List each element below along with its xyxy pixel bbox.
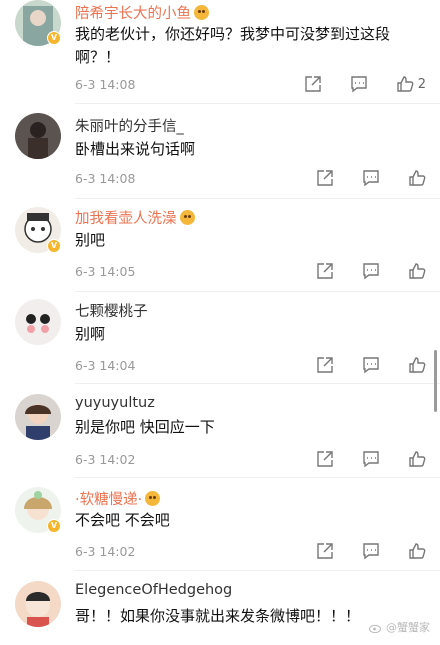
share-icon[interactable] xyxy=(316,169,334,187)
comment-actions xyxy=(288,356,426,374)
share-icon[interactable] xyxy=(316,450,334,468)
comment-actions xyxy=(288,450,426,468)
watermark: @蟹蟹家 xyxy=(369,619,430,635)
timestamp: 6-3 14:02 xyxy=(75,452,136,467)
thumbs-up-icon[interactable] xyxy=(408,262,426,280)
comment-text: 别啊 xyxy=(75,325,106,343)
divider xyxy=(75,291,440,292)
share-icon[interactable] xyxy=(316,262,334,280)
divider xyxy=(75,477,440,478)
weibo-logo-icon xyxy=(369,624,381,633)
thumbs-up-icon[interactable] xyxy=(408,169,426,187)
thumbs-up-icon[interactable] xyxy=(408,542,426,560)
like-count: 2 xyxy=(417,76,426,92)
username[interactable]: 朱丽叶的分手信_ xyxy=(75,115,184,136)
username[interactable]: ·软糖慢递· xyxy=(75,488,161,509)
comment-actions xyxy=(288,542,426,560)
emoji-icon xyxy=(179,210,195,225)
username[interactable]: yuyuyultuz xyxy=(75,395,155,411)
divider xyxy=(75,103,440,104)
comment-icon[interactable] xyxy=(362,356,380,374)
emoji-icon xyxy=(194,5,209,20)
avatar[interactable] xyxy=(15,113,61,159)
thumbs-up-icon[interactable] xyxy=(408,356,426,374)
username[interactable]: 陪希宇长大的小鱼 xyxy=(75,2,209,23)
emoji-icon xyxy=(145,491,161,506)
share-icon[interactable] xyxy=(304,75,322,93)
divider xyxy=(75,570,440,571)
comment-text: 别吧 xyxy=(75,231,106,249)
username[interactable]: 加我看壶人洗澡 xyxy=(75,207,195,228)
timestamp: 6-3 14:02 xyxy=(75,544,136,559)
timestamp: 6-3 14:05 xyxy=(75,264,136,279)
watermark-text: @蟹蟹家 xyxy=(386,621,430,634)
comment-text: 我的老伙计，你还好吗？我梦中可没梦到过这段啊？！ xyxy=(75,25,391,66)
comment-text: 别是你吧 快回应一下 xyxy=(75,418,215,436)
comment-icon[interactable] xyxy=(362,169,380,187)
thumbs-up-icon xyxy=(397,76,414,92)
verified-badge-icon: V xyxy=(47,519,61,533)
thumbs-up-icon[interactable] xyxy=(408,450,426,468)
timestamp: 6-3 14:08 xyxy=(75,77,136,92)
verified-badge-icon: V xyxy=(47,239,61,253)
timestamp: 6-3 14:08 xyxy=(75,171,136,186)
comment-text: 不会吧 不会吧 xyxy=(75,511,170,529)
comment-actions: 2 xyxy=(276,75,426,93)
comment-text: 卧槽出来说句话啊 xyxy=(75,140,196,158)
share-icon[interactable] xyxy=(316,356,334,374)
comment-icon[interactable] xyxy=(362,450,380,468)
comment-actions xyxy=(288,262,426,280)
username[interactable]: ElegenceOfHedgehog xyxy=(75,582,232,598)
comment-icon[interactable] xyxy=(362,542,380,560)
avatar[interactable] xyxy=(15,581,61,627)
like-button[interactable]: 2 xyxy=(396,75,426,93)
username[interactable]: 七颗樱桃子 xyxy=(75,300,148,321)
share-icon[interactable] xyxy=(316,542,334,560)
avatar[interactable] xyxy=(15,299,61,345)
divider xyxy=(75,383,440,384)
comment-icon[interactable] xyxy=(362,262,380,280)
scrollbar[interactable] xyxy=(434,350,437,412)
comment-icon[interactable] xyxy=(350,75,368,93)
divider xyxy=(75,198,440,199)
verified-badge-icon: V xyxy=(47,31,61,45)
avatar[interactable] xyxy=(15,394,61,440)
comment-actions xyxy=(288,169,426,187)
timestamp: 6-3 14:04 xyxy=(75,358,136,373)
